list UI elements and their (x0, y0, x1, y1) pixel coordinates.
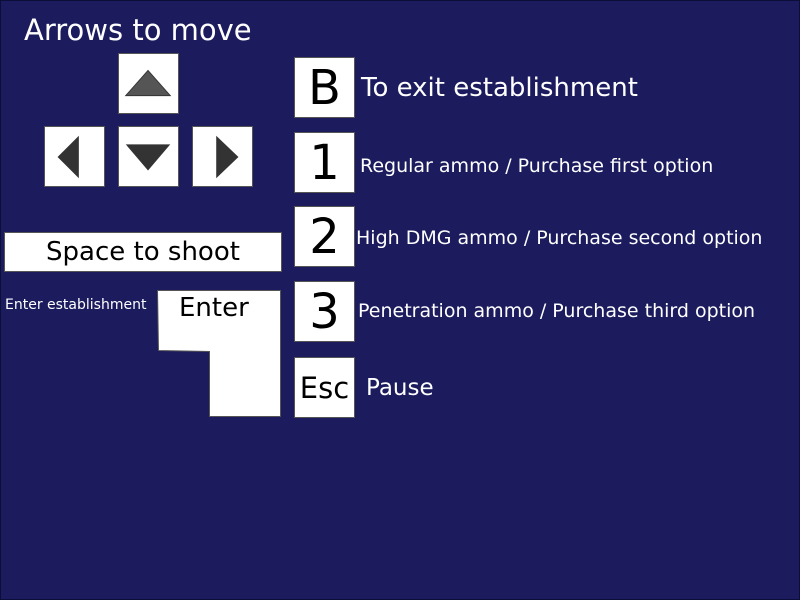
up-key (118, 53, 179, 114)
enter-key: Enter (156, 289, 282, 418)
down-key (118, 126, 179, 187)
left-key (44, 126, 105, 187)
controls-screen: Arrows to move Space to shoot Enter esta… (0, 0, 800, 600)
key-3-label: 3 (309, 283, 340, 340)
key-2: 2 (294, 206, 355, 267)
key-3-description: Penetration ammo / Purchase third option (358, 300, 756, 322)
key-1: 1 (294, 132, 355, 193)
key-3: 3 (294, 281, 355, 342)
movement-title: Arrows to move (24, 13, 252, 47)
key-2-description: High DMG ammo / Purchase second option (356, 227, 763, 249)
space-key: Space to shoot (4, 232, 282, 272)
key-1-description: Regular ammo / Purchase first option (360, 155, 714, 177)
b-key: B (294, 57, 355, 118)
right-key (192, 126, 253, 187)
esc-key-description: Pause (366, 375, 434, 401)
esc-key: Esc (294, 357, 355, 418)
b-key-description: To exit establishment (361, 73, 638, 103)
arrow-up-icon (124, 69, 172, 97)
space-key-label: Space to shoot (46, 237, 240, 267)
b-key-label: B (308, 59, 341, 116)
enter-key-label: Enter (179, 293, 249, 323)
key-2-label: 2 (309, 208, 340, 265)
enter-description: Enter establishment (5, 297, 147, 313)
arrow-right-icon (216, 135, 239, 179)
arrow-down-icon (125, 144, 171, 171)
arrow-left-icon (57, 135, 79, 179)
esc-key-label: Esc (299, 370, 350, 405)
key-1-label: 1 (309, 134, 340, 191)
